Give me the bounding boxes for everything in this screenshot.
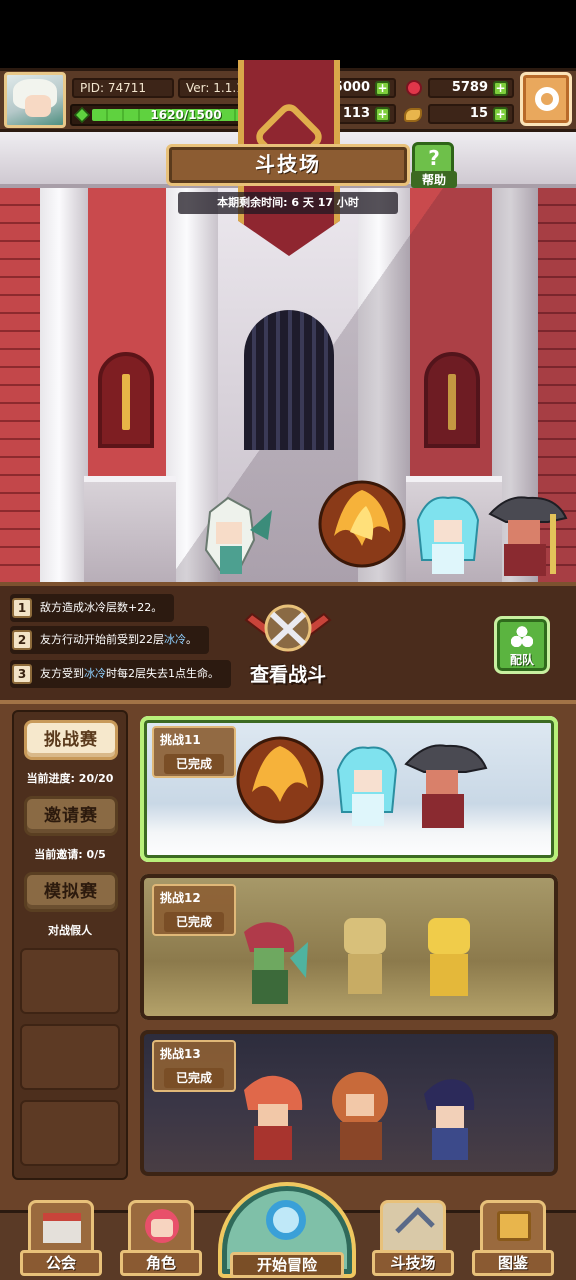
red-gem-icon bbox=[406, 80, 422, 96]
xp-icon bbox=[74, 107, 90, 123]
magnifier-icon bbox=[266, 1200, 306, 1240]
crossed-swords-icon[interactable] bbox=[240, 600, 336, 660]
team-setup-button[interactable]: 配队 bbox=[494, 616, 550, 674]
clover-value: 113 bbox=[342, 106, 370, 121]
help-label: 帮助 bbox=[411, 171, 457, 188]
ice-spirit-sprite bbox=[416, 496, 480, 574]
view-battle-button[interactable]: 查看战斗 bbox=[236, 660, 340, 690]
help-button[interactable]: ? 帮助 bbox=[411, 142, 457, 188]
gear-icon bbox=[535, 87, 559, 111]
nav-guild-label: 公会 bbox=[20, 1250, 102, 1276]
challenge-card-12[interactable]: 挑战12 已完成 bbox=[140, 874, 558, 1020]
start-adventure-label: 开始冒险 bbox=[230, 1252, 344, 1278]
nav-codex[interactable]: 图鉴 bbox=[472, 1200, 554, 1276]
flame-egg-sprite bbox=[318, 480, 406, 568]
nav-codex-label: 图鉴 bbox=[472, 1250, 554, 1276]
start-adventure-button[interactable]: 开始冒险 bbox=[214, 1182, 360, 1280]
empty-mode-slot bbox=[20, 948, 120, 1014]
guild-hall-icon bbox=[28, 1200, 94, 1254]
mode-tab-invitational[interactable]: 邀请赛 bbox=[24, 796, 118, 836]
gem-counter: 5789 + bbox=[428, 78, 514, 98]
mode-tab-challenge[interactable]: 挑战赛 bbox=[24, 720, 118, 760]
character-portrait-icon bbox=[128, 1200, 194, 1254]
arena-sword-icon bbox=[380, 1200, 446, 1254]
horned-warrior-sprite bbox=[488, 496, 568, 576]
gem-value: 5789 bbox=[451, 80, 488, 95]
nav-guild[interactable]: 公会 bbox=[20, 1200, 102, 1276]
rule-item-1: 1 敌方造成冰冷层数+22。 bbox=[10, 594, 175, 622]
challenge-card-11[interactable]: 挑战11 已完成 bbox=[140, 716, 558, 862]
stamina-counter: 15 + bbox=[428, 104, 514, 124]
invitation-count: 当前邀请: 0/5 bbox=[34, 848, 106, 861]
player-avatar[interactable] bbox=[4, 72, 66, 128]
hero-sprite-dragon-girl bbox=[204, 496, 272, 574]
page-title: 斗技场 bbox=[166, 144, 410, 186]
simulation-subtitle: 对战假人 bbox=[48, 924, 92, 937]
nav-arena-label: 斗技场 bbox=[372, 1250, 454, 1276]
nav-character[interactable]: 角色 bbox=[120, 1200, 202, 1276]
player-id: PID: 74711 bbox=[72, 78, 174, 98]
bread-stamina-icon bbox=[404, 108, 422, 122]
settings-button[interactable] bbox=[520, 72, 572, 126]
rule-item-3: 3 友方受到冰冷时每2层失去1点生命。 bbox=[10, 660, 231, 688]
question-icon: ? bbox=[428, 146, 440, 170]
rule-item-2: 2 友方行动开始前受到22层冰冷。 bbox=[10, 626, 209, 654]
challenge-progress: 当前进度: 20/20 bbox=[26, 772, 114, 785]
challenge-card-13[interactable]: 挑战13 已完成 bbox=[140, 1030, 558, 1176]
add-clover-button[interactable]: + bbox=[375, 107, 390, 122]
nav-arena[interactable]: 斗技场 bbox=[372, 1200, 454, 1276]
stamina-value: 15 bbox=[469, 106, 488, 121]
add-gem-button[interactable]: + bbox=[493, 81, 508, 96]
codex-book-icon bbox=[480, 1200, 546, 1254]
mode-sidebar: 挑战赛 当前进度: 20/20 邀请赛 当前邀请: 0/5 模拟赛 对战假人 bbox=[12, 710, 128, 1180]
empty-mode-slot bbox=[20, 1100, 120, 1166]
nav-character-label: 角色 bbox=[120, 1250, 202, 1276]
team-label: 配队 bbox=[509, 653, 534, 667]
season-timer: 本期剩余时间: 6 天 17 小时 bbox=[178, 192, 398, 214]
add-gold-button[interactable]: + bbox=[375, 81, 390, 96]
add-stamina-button[interactable]: + bbox=[493, 107, 508, 122]
empty-mode-slot bbox=[20, 1024, 120, 1090]
mode-tab-simulation[interactable]: 模拟赛 bbox=[24, 872, 118, 912]
arena-gate bbox=[244, 310, 334, 450]
team-icon bbox=[511, 625, 533, 647]
